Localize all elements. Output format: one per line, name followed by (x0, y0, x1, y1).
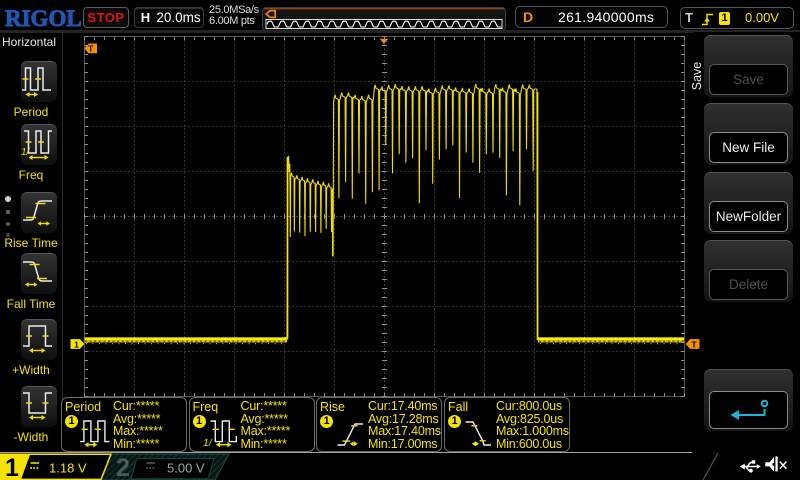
svg-text:1: 1 (74, 340, 79, 350)
svg-text:T: T (88, 44, 94, 54)
svg-text:T: T (691, 340, 697, 350)
